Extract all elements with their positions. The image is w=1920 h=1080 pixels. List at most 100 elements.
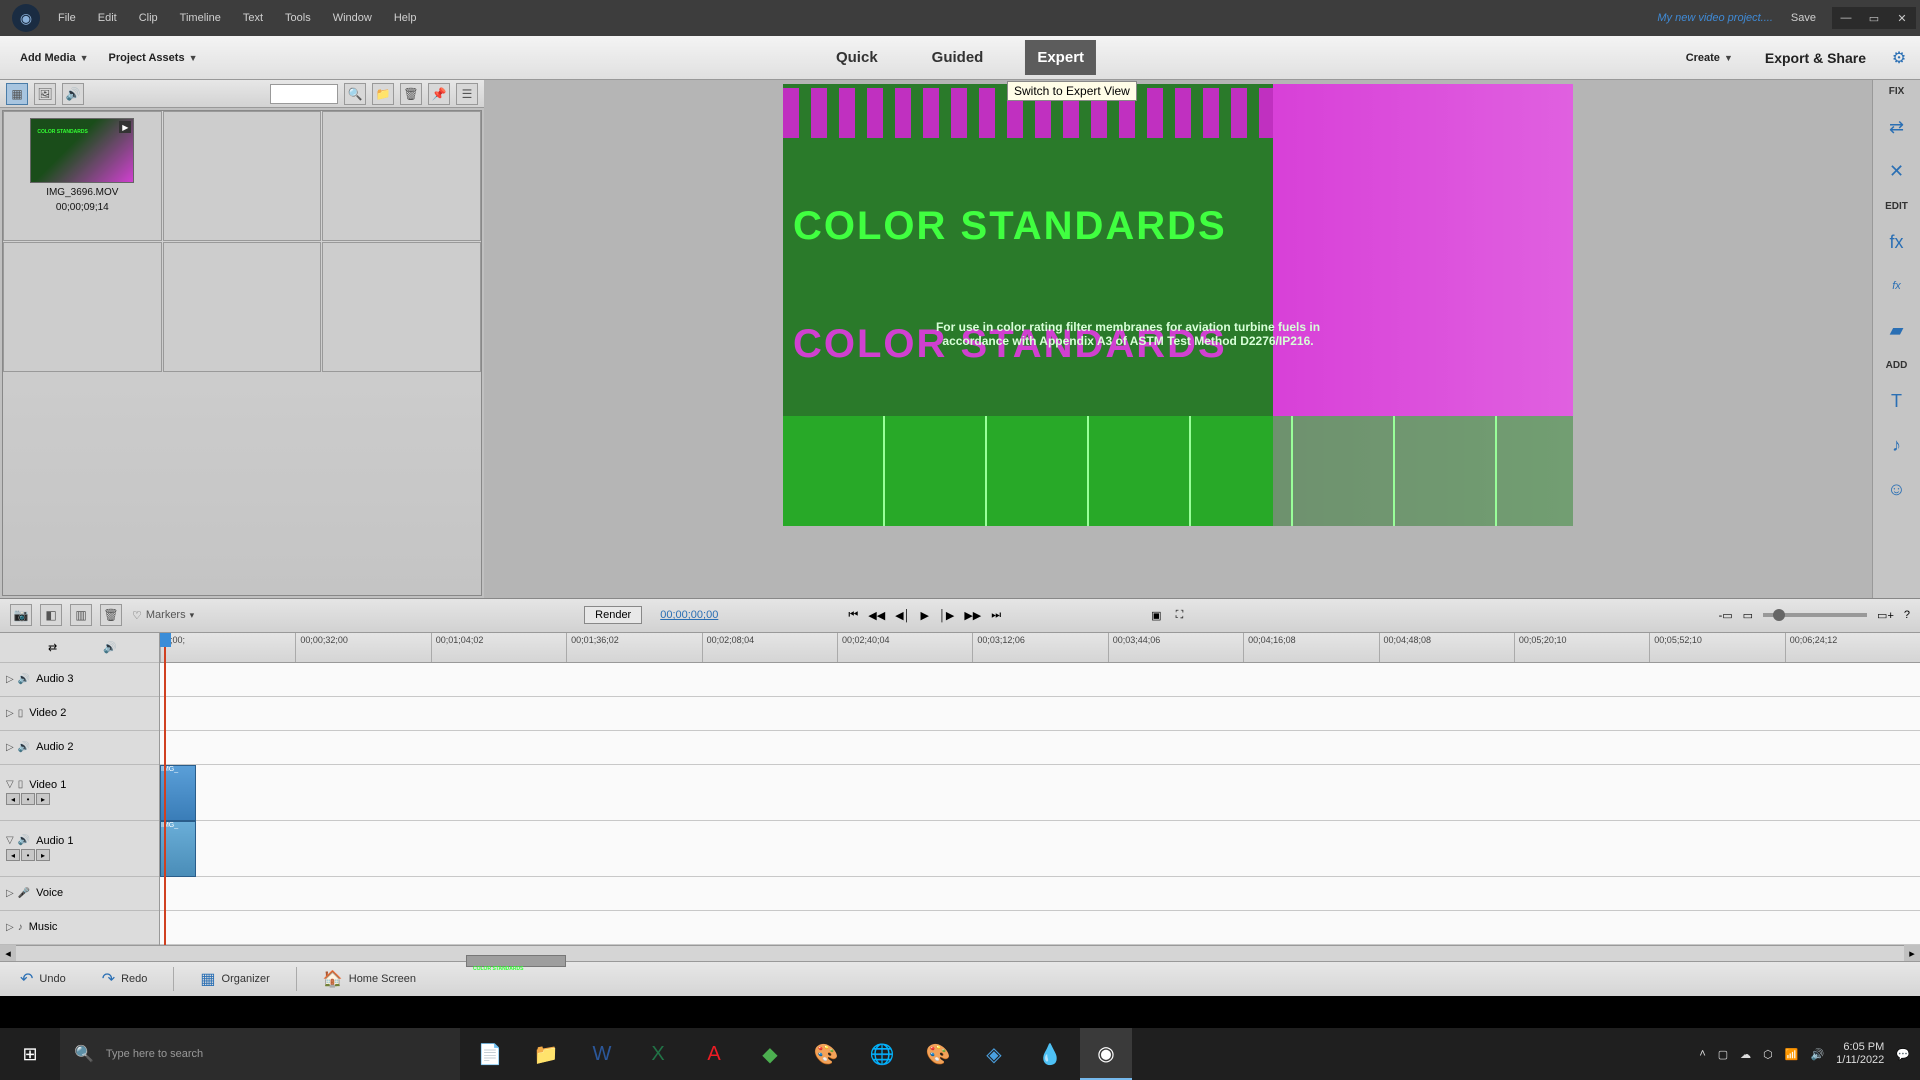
list-options-icon[interactable]: ☰ xyxy=(456,83,478,105)
scroll-right-icon[interactable]: ▸ xyxy=(1904,945,1920,961)
taskbar-acrobat-icon[interactable]: A xyxy=(688,1028,740,1080)
track-header-video1[interactable]: ▽▯Video 1◂•▸ xyxy=(0,765,159,821)
tray-icon-2[interactable]: ☁ xyxy=(1740,1048,1751,1061)
step-fwd-icon[interactable]: │▶ xyxy=(939,609,954,622)
save-button[interactable]: Save xyxy=(1783,8,1824,28)
camera-icon[interactable]: 📷 xyxy=(10,604,32,626)
ffwd-icon[interactable]: ▶▶ xyxy=(964,609,981,622)
track-header-video2[interactable]: ▷▯Video 2 xyxy=(0,697,159,731)
folder-icon[interactable]: 📁 xyxy=(372,83,394,105)
track-header-audio1[interactable]: ▽🔊Audio 1◂•▸ xyxy=(0,821,159,877)
tray-chevron-icon[interactable]: ˄ xyxy=(1699,1048,1705,1060)
taskbar-app1-icon[interactable]: ◆ xyxy=(744,1028,796,1080)
preview-monitor[interactable]: COLOR STANDARDS COLOR STANDARDS For use … xyxy=(783,84,1573,526)
audio-filter-icon[interactable]: 🔊 xyxy=(62,83,84,105)
minimize-icon[interactable]: — xyxy=(1832,7,1860,29)
tray-volume-icon[interactable]: 🔊 xyxy=(1810,1048,1824,1061)
export-share-button[interactable]: Export & Share xyxy=(1755,44,1876,72)
taskbar-word-icon[interactable]: W xyxy=(576,1028,628,1080)
fx-icon[interactable]: fx xyxy=(1883,272,1911,300)
track-audio-icon[interactable]: 🔊 xyxy=(103,641,117,654)
track-header-voice[interactable]: ▷🎤Voice xyxy=(0,877,159,911)
tray-wifi-icon[interactable]: 📶 xyxy=(1785,1048,1799,1061)
taskbar-file-icon[interactable]: 📄 xyxy=(464,1028,516,1080)
add-media-button[interactable]: Add Media▼ xyxy=(10,46,99,70)
graphics-icon[interactable]: ☺ xyxy=(1883,475,1911,503)
track-voice[interactable] xyxy=(160,877,1920,911)
taskbar-explorer-icon[interactable]: 📁 xyxy=(520,1028,572,1080)
mode-quick[interactable]: Quick xyxy=(824,40,890,75)
menu-file[interactable]: File xyxy=(48,8,86,28)
taskbar-paint-icon[interactable]: 🎨 xyxy=(800,1028,852,1080)
scroll-thumb[interactable] xyxy=(466,955,566,967)
project-assets-button[interactable]: Project Assets▼ xyxy=(99,46,208,70)
markers-dropdown[interactable]: ♡ Markers ▾ xyxy=(132,609,194,622)
home-screen-button[interactable]: 🏠Home Screen xyxy=(313,965,426,993)
mode-guided[interactable]: Guided xyxy=(920,40,996,75)
taskbar-search[interactable]: 🔍 Type here to search xyxy=(60,1028,460,1080)
titles-icon[interactable]: T xyxy=(1883,387,1911,415)
adjust-icon[interactable]: ⇄ xyxy=(1883,113,1911,141)
track-settings-icon[interactable]: ⇄ xyxy=(48,641,57,654)
snapshot-icon[interactable]: ◧ xyxy=(40,604,62,626)
track-header-audio3[interactable]: ▷🔊Audio 3 xyxy=(0,663,159,697)
menu-edit[interactable]: Edit xyxy=(88,8,127,28)
scroll-left-icon[interactable]: ◂ xyxy=(0,945,16,961)
start-button[interactable]: ⊞ xyxy=(0,1028,60,1080)
zoom-slider[interactable] xyxy=(1763,613,1867,617)
track-header-audio2[interactable]: ▷🔊Audio 2 xyxy=(0,731,159,765)
delete-clip-icon[interactable]: 🗑 xyxy=(100,604,122,626)
fullscreen-icon[interactable]: ⛶ xyxy=(1176,609,1184,622)
taskbar-app2-icon[interactable]: 🎨 xyxy=(912,1028,964,1080)
fx-brush-icon[interactable]: fx xyxy=(1883,228,1911,256)
track-audio3[interactable] xyxy=(160,663,1920,697)
settings-gear-icon[interactable]: ⚙ xyxy=(1888,47,1910,69)
properties-icon[interactable]: ▥ xyxy=(70,604,92,626)
taskbar-excel-icon[interactable]: X xyxy=(632,1028,684,1080)
track-audio1[interactable]: IMG_ xyxy=(160,821,1920,877)
menu-help[interactable]: Help xyxy=(384,8,427,28)
step-back-icon[interactable]: ◀│ xyxy=(895,609,910,622)
delete-icon[interactable]: 🗑 xyxy=(400,83,422,105)
undo-button[interactable]: ↶Undo xyxy=(10,965,76,993)
timecode-display[interactable]: 00;00;00;00 xyxy=(660,609,718,621)
timeline-ruler[interactable]: 0;00; 00;00;32;00 00;01;04;02 00;01;36;0… xyxy=(160,633,1920,663)
menu-tools[interactable]: Tools xyxy=(275,8,321,28)
track-music[interactable] xyxy=(160,911,1920,945)
zoom-fit-icon[interactable]: ▭ xyxy=(1743,609,1753,622)
tools-icon[interactable]: ✕ xyxy=(1883,157,1911,185)
play-icon[interactable]: ▶ xyxy=(921,609,929,622)
zoom-in-icon[interactable]: ▭+ xyxy=(1877,609,1894,622)
close-icon[interactable]: ✕ xyxy=(1888,7,1916,29)
asset-item[interactable]: ▶ IMG_3696.MOV 00;00;09;14 xyxy=(3,111,162,241)
track-video1[interactable]: IMG_ xyxy=(160,765,1920,821)
menu-clip[interactable]: Clip xyxy=(129,8,168,28)
menu-timeline[interactable]: Timeline xyxy=(170,8,231,28)
mode-expert[interactable]: Expert xyxy=(1025,40,1096,75)
playhead[interactable] xyxy=(164,633,166,945)
timeline-scrollbar[interactable]: ◂ ▸ xyxy=(0,945,1920,961)
safe-margin-icon[interactable]: ▣ xyxy=(1151,609,1161,622)
goto-start-icon[interactable]: ⏮ xyxy=(848,609,858,622)
organizer-button[interactable]: ▦Organizer xyxy=(190,965,279,993)
music-icon[interactable]: ♪ xyxy=(1883,431,1911,459)
image-filter-icon[interactable]: 🖼 xyxy=(34,83,56,105)
grid-view-icon[interactable]: ▦ xyxy=(6,83,28,105)
maximize-icon[interactable]: ▭ xyxy=(1860,7,1888,29)
taskbar-app4-icon[interactable]: 💧 xyxy=(1024,1028,1076,1080)
pin-icon[interactable]: 📌 xyxy=(428,83,450,105)
taskbar-chrome-icon[interactable]: 🌐 xyxy=(856,1028,908,1080)
taskbar-app3-icon[interactable]: ◈ xyxy=(968,1028,1020,1080)
tray-icon-1[interactable]: ▢ xyxy=(1718,1048,1728,1061)
transitions-icon[interactable]: ▰ xyxy=(1883,316,1911,344)
goto-end-icon[interactable]: ⏭ xyxy=(991,609,1001,622)
track-header-music[interactable]: ▷♪Music xyxy=(0,911,159,945)
render-button[interactable]: Render xyxy=(584,606,642,624)
taskbar-premiere-icon[interactable]: ◉ xyxy=(1080,1028,1132,1080)
track-audio2[interactable] xyxy=(160,731,1920,765)
redo-button[interactable]: ↷Redo xyxy=(92,965,158,993)
create-button[interactable]: Create▼ xyxy=(1676,46,1743,70)
zoom-out-icon[interactable]: -▭ xyxy=(1719,609,1733,622)
help-icon[interactable]: ? xyxy=(1904,609,1910,621)
menu-text[interactable]: Text xyxy=(233,8,273,28)
